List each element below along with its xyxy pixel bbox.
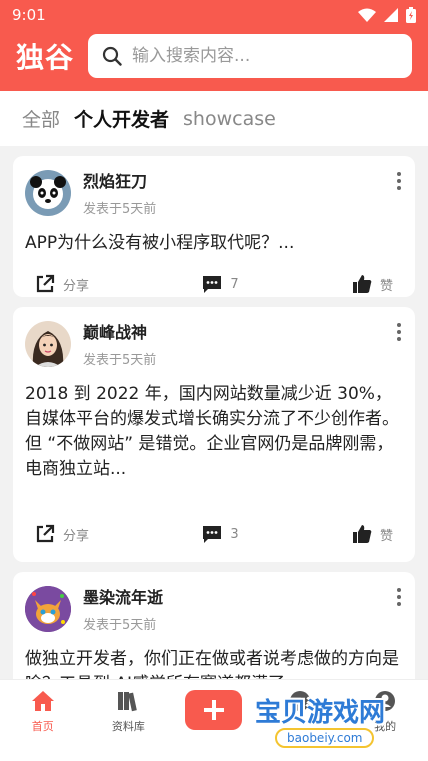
signal-icon [384,8,398,22]
app-logo: 独谷 [16,41,75,74]
tab-indie-developer[interactable]: 个人开发者 [74,105,169,132]
home-icon [31,691,54,711]
tab-all[interactable]: 全部 [22,105,60,132]
comment-count: 7 [230,276,239,292]
bottom-navigation: 首页 资料库 我的 [0,679,428,761]
more-options-icon[interactable] [397,172,401,190]
status-bar: 9:01 [0,0,428,30]
post-time: 发表于5天前 [83,618,157,633]
top-bar: 9:01 独谷 [0,0,428,91]
thumbs-up-icon [352,525,372,543]
like-label: 赞 [379,278,393,294]
share-label: 分享 [63,528,90,544]
add-icon [203,700,224,720]
post-author[interactable]: 墨染流年逝 [83,584,163,608]
battery-icon [406,7,416,23]
more-options-icon[interactable] [397,323,401,341]
wifi-icon [358,8,376,22]
add-post-button[interactable] [185,690,243,730]
post-time: 发表于5天前 [83,202,157,217]
post-author[interactable]: 巅峰战神 [83,319,156,343]
nav-profile[interactable]: 我的 [355,690,415,734]
nav-messages[interactable] [270,690,330,712]
post-feed: 烈焰狂刀 发表于5天前 APP为什么没有被小程序取代呢？... 分享 7 赞 巅… [0,156,428,712]
post-actions: 分享 7 赞 [25,256,403,312]
search-input[interactable] [132,46,398,66]
like-button[interactable]: 赞 [352,274,393,294]
share-label: 分享 [63,278,90,294]
search-icon [102,46,122,66]
library-icon [118,692,138,712]
post-header: 烈焰狂刀 发表于5天前 [25,168,403,217]
comment-icon [203,526,222,543]
comment-count: 3 [230,526,239,542]
comment-icon [203,276,222,293]
nav-home-label: 首页 [31,720,54,733]
post-header: 巅峰战神 发表于5天前 [25,319,403,368]
tab-showcase[interactable]: showcase [183,108,276,130]
status-time: 9:01 [12,6,46,24]
share-button[interactable]: 分享 [35,524,89,544]
post-author[interactable]: 烈焰狂刀 [83,168,156,192]
message-icon [289,691,310,711]
nav-home[interactable]: 首页 [13,690,73,734]
like-label: 赞 [379,528,393,544]
girl-avatar[interactable] [25,320,71,367]
cat-icon [25,585,71,632]
post-time: 发表于5天前 [83,353,157,368]
nav-add[interactable] [184,690,244,730]
system-icons [358,7,416,23]
nav-library-label: 资料库 [111,720,145,733]
app-header: 独谷 [0,30,428,82]
cat-avatar[interactable] [25,585,71,632]
share-icon [36,524,55,543]
post-actions: 分享 3 赞 [25,506,403,562]
comment-button[interactable]: 7 [202,274,239,294]
post-content[interactable]: APP为什么没有被小程序取代呢？... [25,231,403,256]
girl-portrait-icon [32,330,64,367]
post-header: 墨染流年逝 发表于5天前 [25,584,403,633]
share-icon [36,274,55,293]
post-author-info: 墨染流年逝 发表于5天前 [83,584,163,633]
comment-button[interactable]: 3 [202,524,239,544]
more-options-icon[interactable] [397,588,401,606]
post-card[interactable]: 烈焰狂刀 发表于5天前 APP为什么没有被小程序取代呢？... 分享 7 赞 [13,156,415,297]
thumbs-up-icon [352,275,372,293]
category-tabs: 全部 个人开发者 showcase [0,91,428,146]
panda-icon [30,175,66,209]
post-card[interactable]: 巅峰战神 发表于5天前 2018 到 2022 年，国内网站数量减少近 30%，… [13,307,415,562]
like-button[interactable]: 赞 [352,524,393,544]
share-button[interactable]: 分享 [35,274,89,294]
post-content[interactable]: 2018 到 2022 年，国内网站数量减少近 30%，自媒体平台的爆发式增长确… [25,382,403,482]
post-author-info: 烈焰狂刀 发表于5天前 [83,168,156,217]
profile-icon [375,691,396,711]
search-box[interactable] [88,34,412,78]
panda-avatar[interactable] [25,169,71,216]
nav-library[interactable]: 资料库 [98,690,158,734]
post-author-info: 巅峰战神 发表于5天前 [83,319,156,368]
nav-profile-label: 我的 [374,720,397,733]
